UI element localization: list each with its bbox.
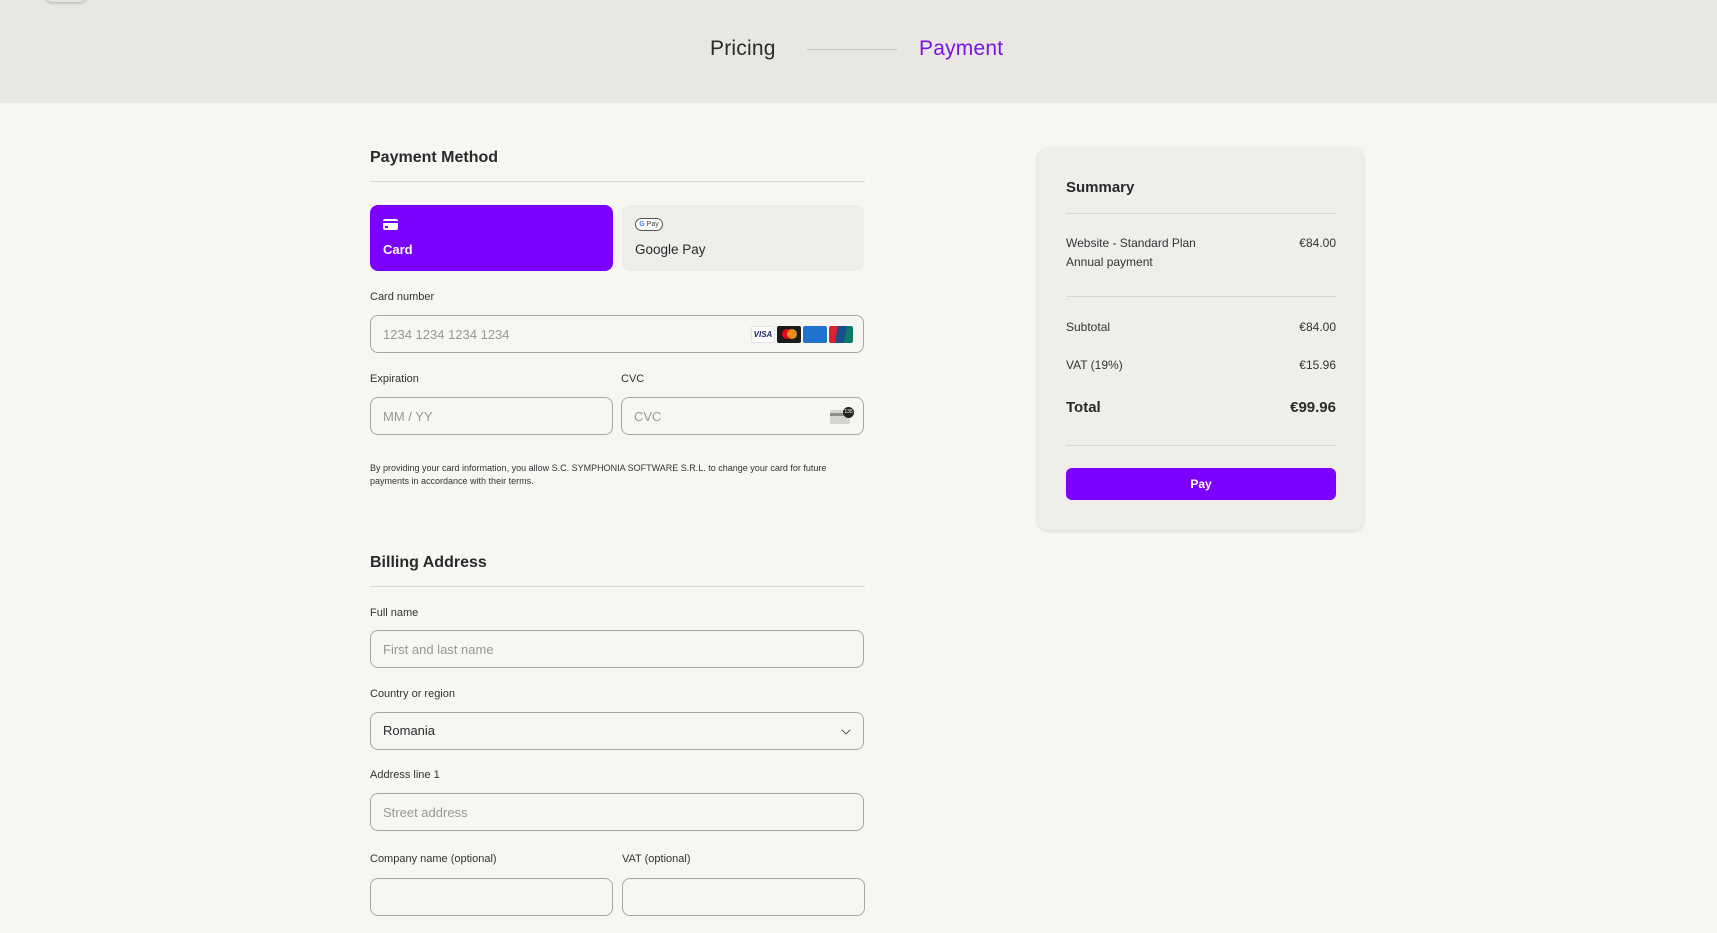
company-name-field[interactable] xyxy=(370,878,613,916)
vat-label: VAT (optional) xyxy=(622,853,691,865)
cvc-label: CVC xyxy=(621,373,645,385)
total-label: Total xyxy=(1066,399,1101,416)
credit-card-icon xyxy=(383,219,398,230)
card-number-field[interactable]: VISA xyxy=(370,315,864,353)
address-line-1-field[interactable] xyxy=(370,793,864,831)
vat-summary-label: VAT (19%) xyxy=(1066,358,1123,372)
summary-item-row: Website - Standard Plan €84.00 xyxy=(1066,236,1336,250)
billing-address-title: Billing Address xyxy=(370,554,487,571)
cvc-card-icon: 135 xyxy=(830,407,854,425)
amex-icon xyxy=(803,326,827,343)
subtotal-label: Subtotal xyxy=(1066,320,1111,334)
unionpay-icon xyxy=(829,326,853,343)
payment-option-card-label: Card xyxy=(383,242,413,257)
total-value: €99.96 xyxy=(1290,399,1336,416)
summary-divider xyxy=(1066,213,1336,214)
card-brands: VISA xyxy=(751,326,853,343)
payment-option-google-pay[interactable]: G Pay Google Pay xyxy=(622,205,864,271)
pay-button[interactable]: Pay xyxy=(1066,468,1336,500)
order-summary: Summary Website - Standard Plan €84.00 A… xyxy=(1038,148,1363,530)
full-name-input[interactable] xyxy=(371,631,863,667)
summary-total-row: Total €99.96 xyxy=(1066,399,1336,416)
expiration-field[interactable] xyxy=(370,397,613,435)
chevron-down-icon xyxy=(841,725,851,735)
mastercard-icon xyxy=(777,326,801,343)
visa-icon: VISA xyxy=(751,326,775,343)
expiration-label: Expiration xyxy=(370,373,419,385)
full-name-field[interactable] xyxy=(370,630,864,668)
country-label: Country or region xyxy=(370,688,455,700)
company-name-label: Company name (optional) xyxy=(370,853,497,865)
summary-item-billing-cycle: Annual payment xyxy=(1066,255,1153,269)
summary-divider xyxy=(1066,296,1336,297)
payment-method-title: Payment Method xyxy=(370,149,499,166)
expiration-input[interactable] xyxy=(371,398,612,434)
address-line-1-input[interactable] xyxy=(371,794,863,830)
cvc-input[interactable] xyxy=(622,398,863,434)
card-number-label: Card number xyxy=(370,291,435,303)
vat-summary-value: €15.96 xyxy=(1299,358,1336,372)
country-select[interactable]: Romania xyxy=(370,712,864,750)
checkout-header: Pricing Payment xyxy=(0,0,1717,103)
corner-tab[interactable] xyxy=(46,0,86,2)
summary-subtotal-row: Subtotal €84.00 xyxy=(1066,320,1336,334)
vat-field[interactable] xyxy=(622,878,865,916)
cvc-field[interactable]: 135 xyxy=(621,397,864,435)
step-payment: Payment xyxy=(919,37,1004,60)
google-pay-badge-icon: G Pay xyxy=(635,218,663,231)
summary-title: Summary xyxy=(1066,179,1135,196)
payment-method-divider xyxy=(370,181,865,182)
subtotal-value: €84.00 xyxy=(1299,320,1336,334)
summary-divider xyxy=(1066,445,1336,446)
summary-vat-row: VAT (19%) €15.96 xyxy=(1066,358,1336,372)
step-pricing[interactable]: Pricing xyxy=(710,34,776,64)
card-authorization-notice: By providing your card information, you … xyxy=(370,463,827,486)
billing-address-divider xyxy=(370,586,865,587)
summary-item-price: €84.00 xyxy=(1299,236,1336,250)
summary-item-name: Website - Standard Plan xyxy=(1066,236,1196,250)
vat-input[interactable] xyxy=(623,879,864,915)
company-name-input[interactable] xyxy=(371,879,612,915)
payment-option-google-pay-label: Google Pay xyxy=(635,242,706,257)
country-selected-value: Romania xyxy=(383,723,436,738)
step-connector xyxy=(807,49,897,50)
address-line-1-label: Address line 1 xyxy=(370,769,440,781)
payment-option-card[interactable]: Card xyxy=(370,205,613,271)
full-name-label: Full name xyxy=(370,607,419,619)
